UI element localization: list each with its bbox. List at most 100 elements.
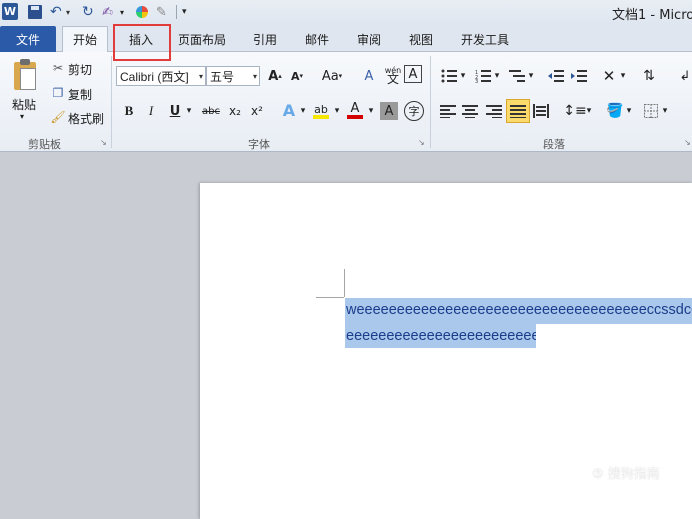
paste-icon[interactable] bbox=[8, 58, 42, 94]
bullets-dropdown-icon[interactable]: ▾ bbox=[458, 65, 468, 87]
svg-text:3: 3 bbox=[475, 79, 478, 83]
italic-button[interactable]: I bbox=[140, 100, 162, 122]
bold-button[interactable]: B bbox=[118, 100, 140, 122]
shrink-font-button[interactable]: A ▾ bbox=[286, 65, 308, 87]
subscript-button[interactable]: x₂ bbox=[224, 100, 246, 122]
borders-button[interactable] bbox=[640, 100, 662, 122]
multilevel-list-button[interactable] bbox=[506, 65, 528, 87]
italic-icon: I bbox=[148, 103, 154, 118]
sort-button[interactable]: ⇅ bbox=[638, 65, 660, 87]
color-wheel-icon[interactable] bbox=[136, 6, 148, 18]
font-size-value: 五号 bbox=[210, 69, 235, 84]
show-marks-button[interactable]: ↲ bbox=[674, 65, 692, 87]
selected-text-line[interactable]: weeeeeeeeeeeeeeeeeeeeeeeeeeeeeeeeeeeeccs… bbox=[345, 298, 692, 324]
underline-button[interactable]: U bbox=[164, 100, 186, 122]
align-right-button[interactable] bbox=[483, 100, 505, 122]
tab-references[interactable]: 引用 bbox=[248, 27, 282, 52]
line-spacing-dropdown-icon[interactable]: ▾ bbox=[584, 100, 594, 122]
save-icon[interactable] bbox=[28, 5, 42, 19]
decrease-indent-button[interactable] bbox=[545, 65, 567, 87]
cut-button[interactable]: 剪切 bbox=[68, 61, 92, 78]
ribbon-home: 粘贴 ▾ ✂ 剪切 ❐ 复制 🖌 格式刷 剪贴板 ↘ Calibri (西文] … bbox=[0, 52, 692, 152]
tab-mailings[interactable]: 邮件 bbox=[300, 27, 334, 52]
grow-font-button[interactable]: A ▴ bbox=[264, 65, 286, 87]
phonetic-guide-button[interactable]: wén 文 bbox=[382, 64, 404, 86]
tab-file[interactable]: 文件 bbox=[0, 26, 56, 52]
borders-dropdown-icon[interactable]: ▾ bbox=[660, 100, 670, 122]
enclose-characters-button[interactable]: 字 bbox=[404, 101, 424, 121]
pen-icon[interactable]: ✎ bbox=[156, 3, 167, 21]
chinese-layout-dropdown-icon[interactable]: ▾ bbox=[618, 65, 628, 87]
line-spacing-button[interactable]: ↕≡ bbox=[563, 100, 586, 122]
text-effect-dropdown-icon[interactable]: ▾ bbox=[298, 100, 308, 122]
character-shading-button[interactable]: A bbox=[380, 102, 398, 120]
highlight-dropdown-icon[interactable]: ▾ bbox=[332, 100, 342, 122]
font-name-combo[interactable]: Calibri (西文] ▾ bbox=[116, 66, 206, 86]
undo-dropdown-icon[interactable]: ▾ bbox=[66, 3, 70, 21]
align-right-icon bbox=[486, 105, 502, 118]
highlight-button[interactable]: ab bbox=[310, 100, 332, 122]
chinese-layout-button[interactable]: ✕ bbox=[598, 65, 620, 87]
bullets-icon bbox=[441, 69, 457, 83]
undo-icon[interactable]: ↶ bbox=[50, 3, 62, 21]
increase-indent-button[interactable] bbox=[568, 65, 590, 87]
align-left-button[interactable] bbox=[437, 100, 459, 122]
tab-review[interactable]: 审阅 bbox=[352, 27, 386, 52]
bullets-button[interactable] bbox=[438, 65, 460, 87]
align-center-button[interactable] bbox=[459, 100, 481, 122]
paragraph-launcher-icon[interactable]: ↘ bbox=[684, 138, 691, 147]
shading-bucket-icon: 🪣 bbox=[606, 103, 624, 119]
redo-icon[interactable]: ↻ bbox=[82, 3, 94, 21]
format-painter-quick-icon[interactable]: ✍ bbox=[102, 3, 113, 21]
underline-dropdown-icon[interactable]: ▾ bbox=[184, 100, 194, 122]
justify-button[interactable] bbox=[506, 99, 530, 123]
change-case-button[interactable]: Aa ▾ bbox=[318, 65, 346, 87]
highlight-icon: ab bbox=[314, 102, 328, 116]
format-painter-button[interactable]: 格式刷 bbox=[68, 110, 104, 127]
selected-text-line[interactable]: eeeeeeeeeeeeeeeeeeeeeeee↵ bbox=[345, 324, 536, 348]
underline-icon: U bbox=[169, 103, 181, 119]
copy-button[interactable]: 复制 bbox=[68, 86, 92, 103]
paste-button-label[interactable]: 粘贴 bbox=[12, 96, 36, 113]
tab-page-layout[interactable]: 页面布局 bbox=[172, 27, 232, 52]
clear-format-icon: A bbox=[364, 68, 374, 84]
clear-format-button[interactable]: A bbox=[358, 65, 380, 87]
numbering-button[interactable]: 123 bbox=[472, 65, 494, 87]
text-effect-button[interactable]: A bbox=[278, 99, 300, 121]
tab-view[interactable]: 视图 bbox=[404, 27, 438, 52]
font-name-dropdown-icon[interactable]: ▾ bbox=[199, 72, 203, 81]
decrease-indent-icon bbox=[548, 70, 564, 82]
group-divider bbox=[111, 56, 112, 148]
tab-developer[interactable]: 开发工具 bbox=[455, 27, 515, 52]
word-logo-icon[interactable]: W bbox=[2, 3, 18, 20]
strikethrough-button[interactable]: abc bbox=[198, 100, 224, 122]
clipboard-launcher-icon[interactable]: ↘ bbox=[100, 138, 107, 147]
align-center-icon bbox=[462, 105, 478, 118]
font-size-combo[interactable]: 五号 ▾ bbox=[206, 66, 260, 86]
distributed-button[interactable] bbox=[530, 100, 552, 122]
format-dropdown-icon[interactable]: ▾ bbox=[120, 3, 124, 21]
tab-home[interactable]: 开始 bbox=[62, 26, 108, 52]
document-title: 文档1 - Micro bbox=[612, 8, 692, 23]
justify-icon bbox=[510, 105, 526, 118]
ribbon-tabs: 文件 开始 插入 页面布局 引用 邮件 审阅 视图 开发工具 bbox=[0, 24, 692, 52]
tab-insert[interactable]: 插入 bbox=[113, 27, 169, 52]
borders-icon bbox=[644, 104, 658, 118]
character-border-button[interactable]: A bbox=[404, 65, 422, 83]
font-color-button[interactable]: A bbox=[344, 100, 366, 122]
numbering-dropdown-icon[interactable]: ▾ bbox=[492, 65, 502, 87]
shading-dropdown-icon[interactable]: ▾ bbox=[624, 100, 634, 122]
paste-dropdown-icon[interactable]: ▾ bbox=[20, 112, 24, 121]
superscript-button[interactable]: x² bbox=[246, 100, 268, 122]
font-name-value: Calibri (西文] bbox=[120, 69, 189, 84]
font-launcher-icon[interactable]: ↘ bbox=[418, 138, 425, 147]
superscript-icon: x² bbox=[251, 104, 263, 118]
font-color-dropdown-icon[interactable]: ▾ bbox=[366, 100, 376, 122]
multilevel-dropdown-icon[interactable]: ▾ bbox=[526, 65, 536, 87]
customize-quick-access-icon[interactable]: ▾ bbox=[182, 3, 187, 21]
phonetic-char: 文 bbox=[386, 72, 399, 86]
shading-button[interactable]: 🪣 bbox=[604, 100, 626, 122]
character-shading-icon: A bbox=[384, 103, 394, 119]
font-size-dropdown-icon[interactable]: ▾ bbox=[253, 72, 257, 81]
increase-indent-icon bbox=[571, 70, 587, 82]
